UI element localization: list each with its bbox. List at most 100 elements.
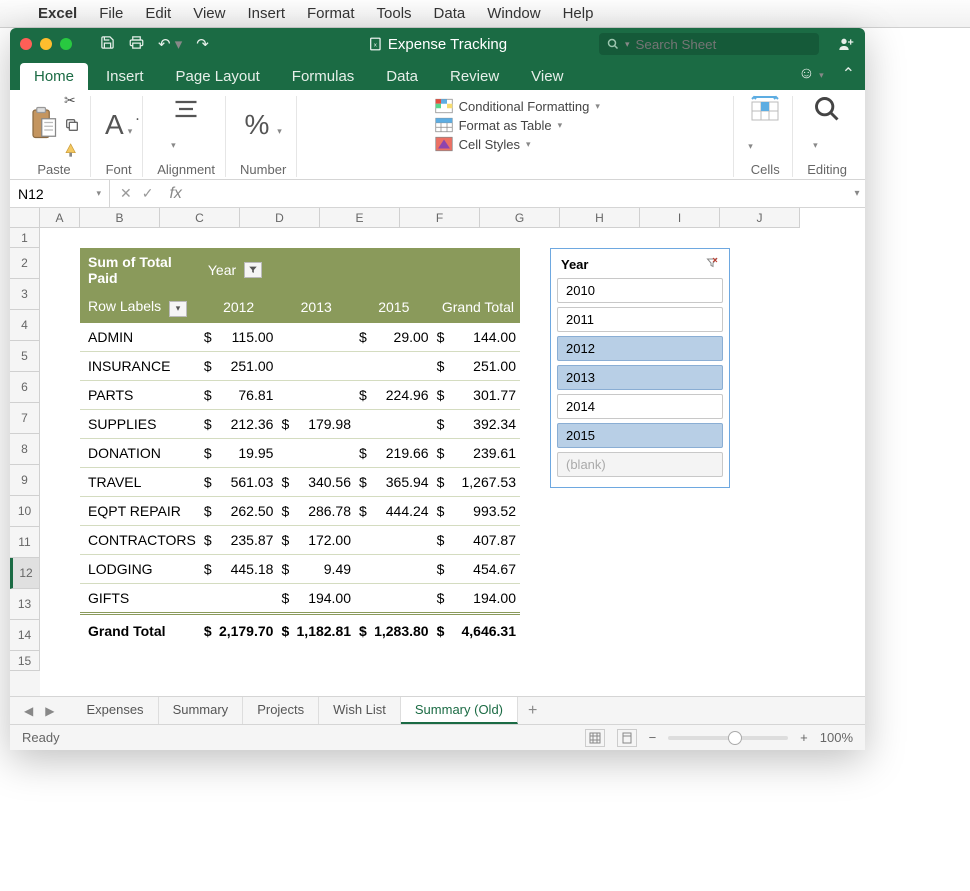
table-row[interactable]: DONATION$19.95$219.66$239.61: [80, 438, 520, 467]
fx-icon[interactable]: fx: [163, 185, 187, 203]
tab-home[interactable]: Home: [20, 63, 88, 90]
row-header-7[interactable]: 7: [10, 403, 40, 434]
cut-icon[interactable]: ✂: [64, 92, 80, 109]
col-header-B[interactable]: B: [80, 208, 160, 228]
sheet-nav-next-icon[interactable]: ▶: [39, 704, 60, 718]
tab-page-layout[interactable]: Page Layout: [162, 63, 274, 90]
col-header-C[interactable]: C: [160, 208, 240, 228]
undo-icon[interactable]: ↶ ▾: [158, 35, 182, 53]
col-header-I[interactable]: I: [640, 208, 720, 228]
conditional-formatting-button[interactable]: Conditional Formatting▾: [435, 98, 600, 114]
sheet-tab-wish-list[interactable]: Wish List: [319, 697, 401, 724]
cells-icon[interactable]: ▾: [748, 94, 782, 156]
col-header-H[interactable]: H: [560, 208, 640, 228]
sheet-tab-projects[interactable]: Projects: [243, 697, 319, 724]
select-all-corner[interactable]: [10, 208, 40, 228]
row-header-4[interactable]: 4: [10, 310, 40, 341]
row-header-1[interactable]: 1: [10, 228, 40, 248]
zoom-out-icon[interactable]: −: [649, 730, 657, 745]
menu-data[interactable]: Data: [434, 5, 466, 22]
maximize-icon[interactable]: [60, 38, 72, 50]
paste-icon[interactable]: [28, 106, 58, 144]
slicer-item-2014[interactable]: 2014: [557, 394, 723, 419]
row-header-8[interactable]: 8: [10, 434, 40, 465]
slicer-item-blank[interactable]: (blank): [557, 452, 723, 477]
slicer-item-2010[interactable]: 2010: [557, 278, 723, 303]
slicer-clear-filter-icon[interactable]: [705, 257, 719, 272]
row-header-5[interactable]: 5: [10, 341, 40, 372]
table-row[interactable]: TRAVEL$561.03$340.56$365.94$1,267.53: [80, 467, 520, 496]
menu-format[interactable]: Format: [307, 5, 355, 22]
menu-window[interactable]: Window: [487, 5, 540, 22]
tab-formulas[interactable]: Formulas: [278, 63, 369, 90]
col-header-D[interactable]: D: [240, 208, 320, 228]
col-header-F[interactable]: F: [400, 208, 480, 228]
row-labels-filter-icon[interactable]: ▾: [169, 301, 187, 317]
name-box[interactable]: N12 ▾: [10, 180, 110, 207]
app-name[interactable]: Excel: [38, 5, 77, 22]
row-header-9[interactable]: 9: [10, 465, 40, 496]
view-page-layout-icon[interactable]: [617, 729, 637, 747]
zoom-in-icon[interactable]: +: [800, 730, 808, 745]
pivot-table[interactable]: Sum of Total Paid Year Row Labels: [80, 248, 520, 647]
save-icon[interactable]: [100, 35, 115, 53]
col-header-J[interactable]: J: [720, 208, 800, 228]
search-sheet[interactable]: ▾: [599, 33, 819, 55]
col-header-A[interactable]: A: [40, 208, 80, 228]
row-header-10[interactable]: 10: [10, 496, 40, 527]
menu-view[interactable]: View: [193, 5, 225, 22]
row-header-6[interactable]: 6: [10, 372, 40, 403]
row-header-3[interactable]: 3: [10, 279, 40, 310]
table-row[interactable]: PARTS$76.81$224.96$301.77: [80, 380, 520, 409]
expand-formula-icon[interactable]: ▾: [849, 188, 865, 199]
alignment-icon[interactable]: ▾: [171, 95, 201, 155]
font-icon[interactable]: A･▾: [105, 109, 132, 141]
slicer-item-2013[interactable]: 2013: [557, 365, 723, 390]
slicer-item-2012[interactable]: 2012: [557, 336, 723, 361]
add-sheet-button[interactable]: +: [518, 698, 547, 724]
table-row[interactable]: GIFTS$194.00$194.00: [80, 583, 520, 613]
smiley-feedback-icon[interactable]: ☺ ▾: [798, 65, 823, 83]
tab-insert[interactable]: Insert: [92, 63, 158, 90]
year-slicer[interactable]: Year 201020112012201320142015(blank): [550, 248, 730, 488]
row-header-14[interactable]: 14: [10, 620, 40, 651]
cell-styles-button[interactable]: Cell Styles▾: [435, 136, 600, 152]
row-header-12[interactable]: 12: [10, 558, 40, 589]
format-as-table-button[interactable]: Format as Table▾: [435, 117, 600, 133]
formula-input[interactable]: [188, 180, 849, 207]
redo-icon[interactable]: ↷: [196, 35, 209, 53]
copy-icon[interactable]: [64, 117, 80, 133]
menu-edit[interactable]: Edit: [145, 5, 171, 22]
row-header-13[interactable]: 13: [10, 589, 40, 620]
table-row[interactable]: LODGING$445.18$9.49$454.67: [80, 554, 520, 583]
number-icon[interactable]: % ▾: [245, 109, 282, 141]
slicer-item-2015[interactable]: 2015: [557, 423, 723, 448]
print-icon[interactable]: [129, 35, 144, 53]
col-header-E[interactable]: E: [320, 208, 400, 228]
cancel-formula-icon[interactable]: ✕: [120, 185, 132, 202]
zoom-slider[interactable]: [668, 736, 788, 740]
accept-formula-icon[interactable]: ✓: [142, 185, 154, 202]
collapse-ribbon-icon[interactable]: ⌃: [842, 64, 855, 84]
tab-review[interactable]: Review: [436, 63, 513, 90]
close-icon[interactable]: [20, 38, 32, 50]
menu-file[interactable]: File: [99, 5, 123, 22]
sheet-nav-prev-icon[interactable]: ◀: [18, 704, 39, 718]
row-header-2[interactable]: 2: [10, 248, 40, 279]
year-filter-icon[interactable]: [244, 262, 262, 278]
table-row[interactable]: CONTRACTORS$235.87$172.00$407.87: [80, 525, 520, 554]
menu-insert[interactable]: Insert: [247, 5, 285, 22]
editing-icon[interactable]: ▾: [813, 95, 841, 155]
table-row[interactable]: SUPPLIES$212.36$179.98$392.34: [80, 409, 520, 438]
sheet-tab-summary-old-[interactable]: Summary (Old): [401, 697, 518, 724]
format-painter-icon[interactable]: [64, 141, 80, 159]
row-header-11[interactable]: 11: [10, 527, 40, 558]
row-header-15[interactable]: 15: [10, 651, 40, 671]
col-header-G[interactable]: G: [480, 208, 560, 228]
sheet-tab-expenses[interactable]: Expenses: [72, 697, 158, 724]
share-icon[interactable]: [837, 36, 855, 52]
view-normal-icon[interactable]: [585, 729, 605, 747]
tab-view[interactable]: View: [517, 63, 577, 90]
table-row[interactable]: INSURANCE$251.00$251.00: [80, 351, 520, 380]
search-input[interactable]: [636, 37, 776, 52]
